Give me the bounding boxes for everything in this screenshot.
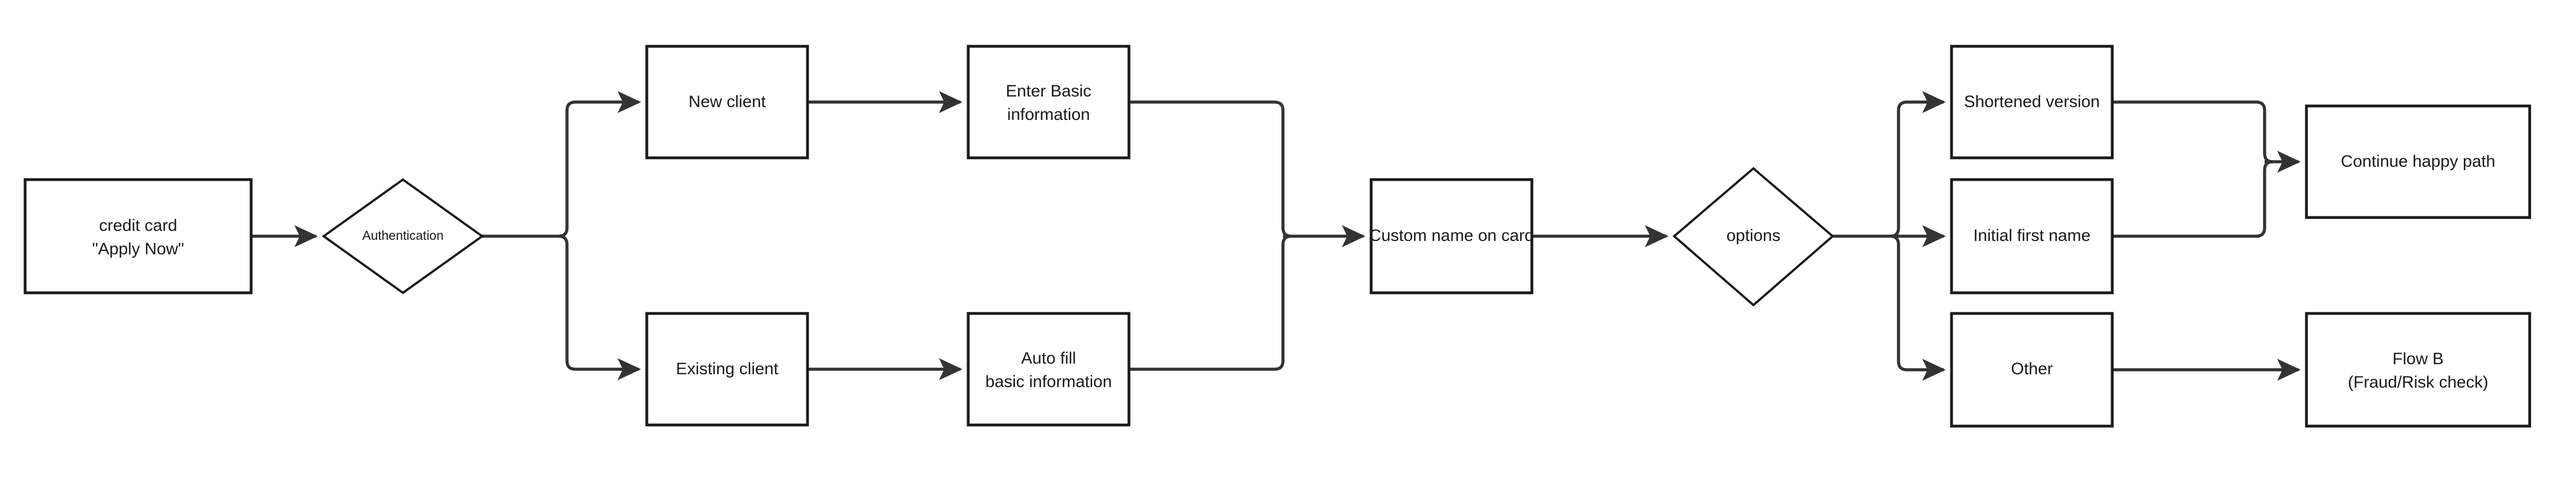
auto-fill-basic-information-box[interactable] bbox=[967, 312, 1131, 427]
enter-basic-information-label-line2: information bbox=[1007, 105, 1090, 124]
continue-happy-path-label: Continue happy path bbox=[2341, 152, 2496, 171]
node-options[interactable]: options bbox=[1672, 167, 1835, 307]
flowchart-canvas: credit card "Apply Now" Authentication N… bbox=[0, 0, 2576, 483]
existing-client-label: Existing client bbox=[676, 360, 778, 378]
node-existing-client[interactable]: Existing client bbox=[645, 312, 809, 427]
edge-shortened-version-to-continue-happy-path bbox=[2112, 100, 2274, 163]
node-authentication[interactable]: Authentication bbox=[321, 178, 484, 294]
flow-b-label-line1: Flow B bbox=[2392, 350, 2444, 368]
options-label: options bbox=[1727, 226, 1781, 245]
flow-b-label-line2: (Fraud/Risk check) bbox=[2348, 373, 2488, 392]
auto-fill-basic-information-label-line2: basic information bbox=[986, 373, 1112, 391]
node-flow-b-fraud-risk-check[interactable]: Flow B (Fraud/Risk check) bbox=[2305, 312, 2531, 428]
node-continue-happy-path[interactable]: Continue happy path bbox=[2305, 104, 2531, 219]
shortened-version-label: Shortened version bbox=[1964, 93, 2100, 111]
edge-authentication-to-existing-client bbox=[558, 234, 641, 380]
other-label: Other bbox=[2011, 360, 2053, 378]
node-initial-first-name[interactable]: Initial first name bbox=[1950, 178, 2114, 294]
flow-b-fraud-risk-check-box[interactable] bbox=[2305, 312, 2531, 428]
credit-card-apply-now-label-line2: "Apply Now" bbox=[92, 240, 184, 258]
credit-card-apply-now-label-line1: credit card bbox=[99, 216, 177, 235]
node-enter-basic-information[interactable]: Enter Basic information bbox=[967, 45, 1131, 160]
custom-name-on-card-label: Custom name on card bbox=[1369, 226, 1534, 245]
credit-card-apply-now-box[interactable] bbox=[23, 178, 253, 294]
new-client-label: New client bbox=[689, 93, 766, 111]
node-new-client[interactable]: New client bbox=[645, 45, 809, 160]
node-shortened-version[interactable]: Shortened version bbox=[1950, 45, 2114, 160]
node-custom-name-on-card[interactable]: Custom name on card bbox=[1369, 178, 1534, 294]
flowchart-svg: credit card "Apply Now" Authentication N… bbox=[23, 45, 2531, 428]
edge-enter-basic-to-custom-name bbox=[1129, 100, 1292, 238]
edge-auto-fill-to-custom-name bbox=[1129, 234, 1292, 371]
enter-basic-information-label-line1: Enter Basic bbox=[1006, 82, 1091, 100]
edge-options-to-shortened-version bbox=[1890, 91, 1946, 238]
auto-fill-basic-information-label-line1: Auto fill bbox=[1021, 349, 1076, 368]
node-credit-card-apply-now[interactable]: credit card "Apply Now" bbox=[23, 178, 253, 294]
edge-authentication-to-new-client bbox=[558, 91, 641, 238]
node-other[interactable]: Other bbox=[1950, 312, 2114, 428]
node-auto-fill-basic-information[interactable]: Auto fill basic information bbox=[967, 312, 1131, 427]
authentication-label: Authentication bbox=[362, 228, 444, 243]
initial-first-name-label: Initial first name bbox=[1973, 226, 2090, 245]
edge-options-to-other bbox=[1890, 234, 1946, 381]
enter-basic-information-box[interactable] bbox=[967, 45, 1131, 160]
edge-initial-first-name-to-continue-happy-path bbox=[2112, 160, 2274, 238]
